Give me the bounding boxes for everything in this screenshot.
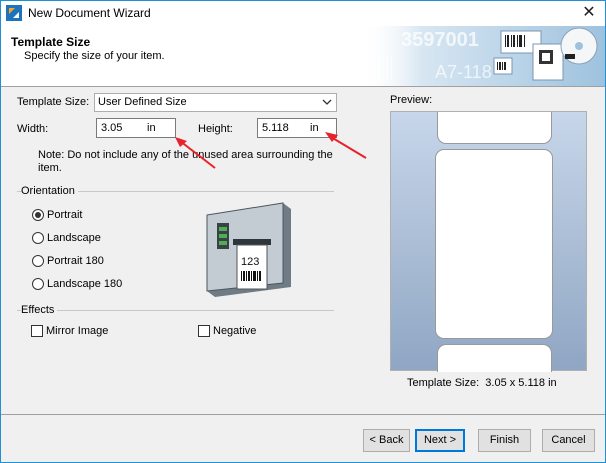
- preview-label: Preview:: [390, 94, 433, 106]
- portrait-180-label[interactable]: Portrait 180: [47, 255, 104, 267]
- negative-checkbox[interactable]: [198, 325, 210, 337]
- cancel-button[interactable]: Cancel: [542, 429, 595, 452]
- width-label: Width:: [17, 123, 49, 135]
- radio-landscape-180[interactable]: [32, 278, 44, 290]
- template-size-readout-value: 3.05 x 5.118 in: [485, 377, 557, 389]
- wizard-header: Template Size Specify the size of your i…: [1, 26, 605, 86]
- portrait-label[interactable]: Portrait: [47, 209, 82, 221]
- mirror-image-label[interactable]: Mirror Image: [46, 325, 108, 337]
- close-button[interactable]: ✕: [573, 1, 605, 26]
- radio-landscape[interactable]: [32, 232, 44, 244]
- effects-group-label: Effects: [21, 304, 58, 316]
- effects-divider: [17, 310, 334, 311]
- radio-portrait[interactable]: [32, 209, 44, 221]
- printer-icon: 123: [206, 202, 291, 297]
- banner-code: A7-118: [435, 62, 492, 82]
- preview-label-shape: [435, 149, 553, 339]
- height-value: 5.118: [262, 122, 289, 134]
- preview-label-bottom-strip: [437, 344, 552, 372]
- window-title: New Document Wizard: [28, 6, 151, 20]
- printer-label-text: 123: [241, 256, 259, 268]
- template-size-dropdown[interactable]: User Defined Size: [94, 93, 337, 112]
- height-unit: in: [310, 122, 319, 134]
- landscape-label[interactable]: Landscape: [47, 232, 101, 244]
- mirror-image-checkbox[interactable]: [31, 325, 43, 337]
- width-unit: in: [147, 122, 156, 134]
- page-title: Template Size: [11, 35, 91, 49]
- label-preview-pane: [390, 111, 587, 372]
- radio-portrait-180[interactable]: [32, 255, 44, 267]
- finish-button[interactable]: Finish: [478, 429, 531, 452]
- preview-label-top-strip: [437, 112, 552, 144]
- template-size-readout-label: Template Size:: [407, 377, 480, 389]
- barcode-banner-image: 3597001 A7-118: [361, 26, 605, 86]
- negative-label[interactable]: Negative: [213, 325, 256, 337]
- width-value: 3.05: [101, 122, 123, 134]
- app-logo-icon: [6, 5, 22, 21]
- template-size-value: User Defined Size: [98, 96, 187, 108]
- width-input[interactable]: 3.05 in: [96, 118, 176, 138]
- orientation-group-label: Orientation: [21, 185, 78, 197]
- page-subtitle: Specify the size of your item.: [24, 50, 165, 62]
- template-size-label: Template Size:: [17, 96, 90, 108]
- footer-divider: [1, 414, 605, 415]
- annotation-arrow-icon: [175, 137, 216, 169]
- wizard-window: New Document Wizard ✕ Template Size Spec…: [0, 0, 606, 463]
- header-divider: [1, 86, 605, 87]
- next-button[interactable]: Next >: [415, 429, 465, 452]
- title-bar: New Document Wizard ✕: [1, 1, 605, 26]
- chevron-down-icon: [322, 99, 332, 105]
- banner-number: 3597001: [401, 29, 479, 51]
- annotation-arrow-icon: [325, 132, 367, 159]
- template-size-readout: Template Size: 3.05 x 5.118 in: [407, 377, 557, 389]
- back-button[interactable]: < Back: [363, 429, 410, 452]
- landscape-180-label[interactable]: Landscape 180: [47, 278, 122, 290]
